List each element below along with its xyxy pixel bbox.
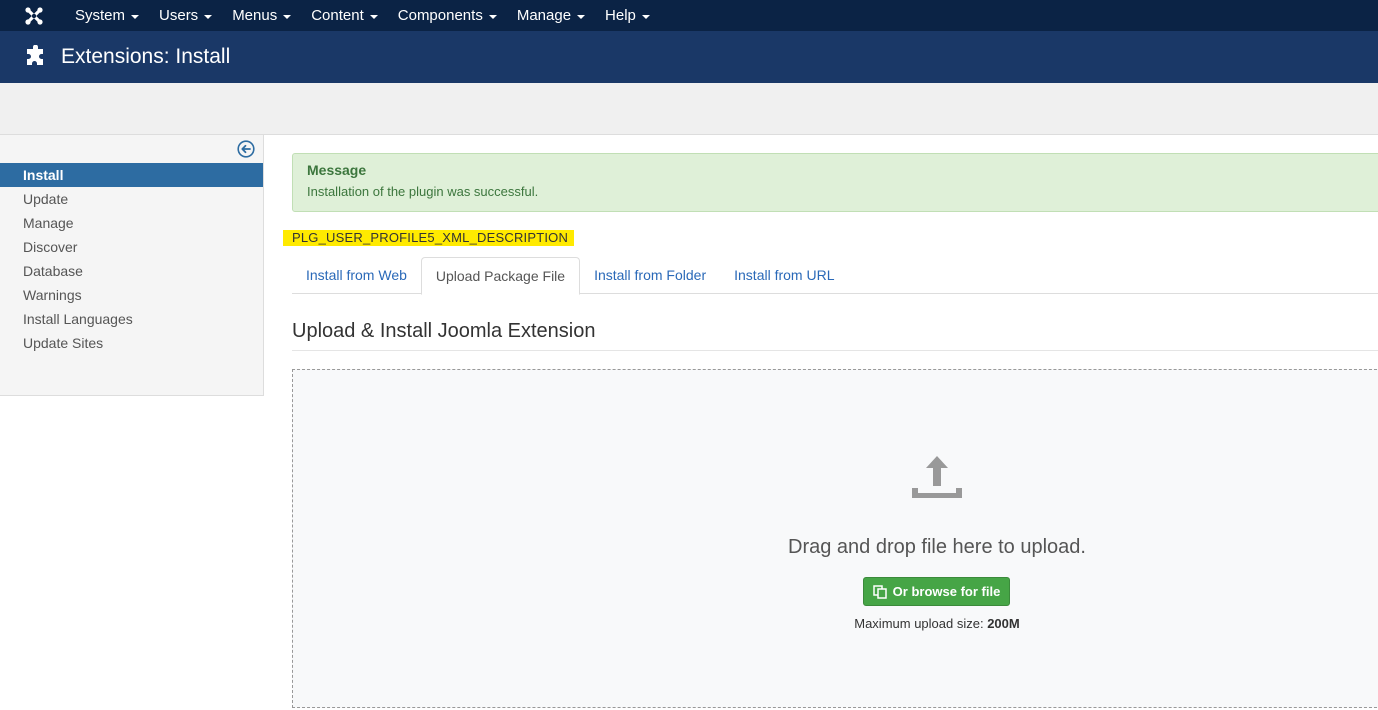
success-message: Message Installation of the plugin was s… <box>292 153 1378 212</box>
browse-file-button[interactable]: Or browse for file <box>863 577 1010 606</box>
menu-label: Components <box>397 7 483 24</box>
page-title: Extensions: Install <box>61 45 231 68</box>
upload-icon <box>912 456 962 498</box>
browse-button-label: Or browse for file <box>892 584 1001 599</box>
menu-label: Content <box>311 7 364 24</box>
joomla-logo-icon[interactable] <box>23 5 45 27</box>
menu-menus[interactable]: Menus <box>222 0 301 31</box>
sidebar: Install Update Manage Discover Database … <box>0 135 264 396</box>
alert-text: Installation of the plugin was successfu… <box>307 184 539 199</box>
drop-instructions: Drag and drop file here to upload. <box>788 536 1086 558</box>
menu-label: Help <box>605 7 636 24</box>
menu-content[interactable]: Content <box>301 0 388 31</box>
menu-label: Menus <box>232 7 278 24</box>
sidebar-item-update[interactable]: Update <box>0 187 263 211</box>
page-header: Extensions: Install <box>0 31 1378 83</box>
sidebar-item-discover[interactable]: Discover <box>0 235 263 259</box>
menu-label: Manage <box>516 7 572 24</box>
menu-label: System <box>75 7 126 24</box>
menu-manage[interactable]: Manage <box>507 0 595 31</box>
sidebar-item-manage[interactable]: Manage <box>0 211 263 235</box>
toolbar <box>0 83 1378 135</box>
sidebar-item-install[interactable]: Install <box>0 163 263 187</box>
sidebar-menu: Install Update Manage Discover Database … <box>0 163 263 355</box>
sidebar-item-install-languages[interactable]: Install Languages <box>0 307 263 331</box>
max-size-value: 200M <box>987 616 1020 631</box>
menu-help[interactable]: Help <box>595 0 660 31</box>
caret-down-icon <box>204 14 213 19</box>
puzzle-icon <box>27 45 43 65</box>
tab-upload-package-file[interactable]: Upload Package File <box>420 257 581 295</box>
caret-down-icon <box>283 14 292 19</box>
main-menu: System Users Menus Content Components Ma… <box>65 0 660 31</box>
max-upload-size: Maximum upload size: 200M <box>293 616 1378 631</box>
install-tabs: Install from Web Upload Package File Ins… <box>292 257 1378 295</box>
menu-users[interactable]: Users <box>149 0 222 31</box>
circle-arrow-left-icon[interactable] <box>237 140 255 158</box>
sidebar-item-warnings[interactable]: Warnings <box>0 283 263 307</box>
plugin-description: PLG_USER_PROFILE5_XML_DESCRIPTION <box>283 230 575 246</box>
sidebar-item-database[interactable]: Database <box>0 259 263 283</box>
menu-system[interactable]: System <box>65 0 149 31</box>
caret-down-icon <box>641 14 650 19</box>
copy-icon <box>872 584 887 599</box>
sidebar-item-update-sites[interactable]: Update Sites <box>0 331 263 355</box>
menu-label: Users <box>159 7 199 24</box>
caret-down-icon <box>131 14 140 19</box>
upload-dropzone[interactable]: Drag and drop file here to upload. Or br… <box>292 369 1378 708</box>
caret-down-icon <box>577 14 586 19</box>
tab-install-from-web[interactable]: Install from Web <box>292 257 421 294</box>
top-navbar: System Users Menus Content Components Ma… <box>0 0 1378 31</box>
menu-components[interactable]: Components <box>388 0 507 31</box>
alert-heading: Message <box>307 162 367 178</box>
tab-install-from-url[interactable]: Install from URL <box>720 257 848 294</box>
tab-install-from-folder[interactable]: Install from Folder <box>580 257 720 294</box>
caret-down-icon <box>488 14 497 19</box>
section-title: Upload & Install Joomla Extension <box>292 320 1378 351</box>
max-size-label: Maximum upload size: <box>854 616 984 631</box>
caret-down-icon <box>369 14 378 19</box>
